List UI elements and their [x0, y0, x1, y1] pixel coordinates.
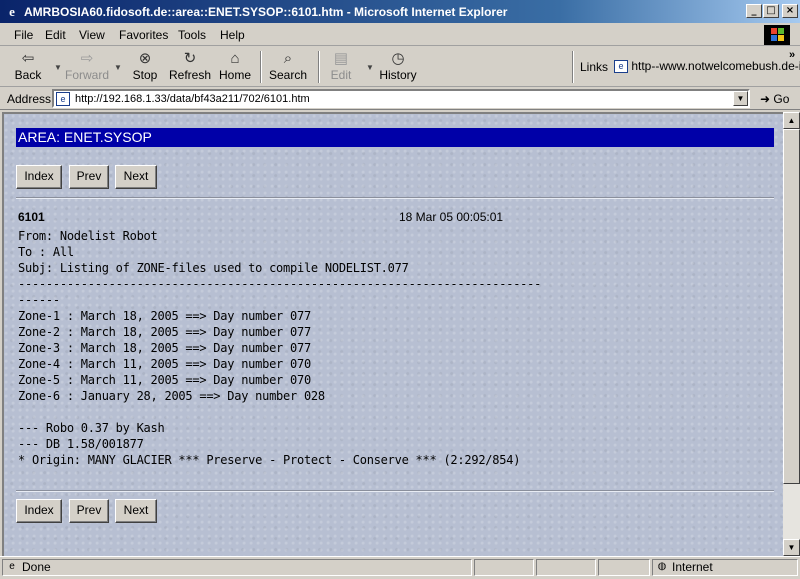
next-button-top[interactable]: Next — [115, 165, 157, 189]
links-label: Links — [580, 60, 609, 74]
go-arrow-icon: ➜ — [760, 92, 771, 106]
message-number: 6101 — [18, 210, 45, 224]
edit-dropdown-icon[interactable]: ▼ — [366, 63, 374, 72]
area-header: AREA: ENET.SYSOP — [16, 128, 774, 147]
refresh-icon: ↻ — [183, 50, 197, 67]
menu-help[interactable]: Help — [220, 28, 245, 42]
go-button[interactable]: ➜ Go — [760, 92, 789, 106]
message-line: Zone-1 : March 18, 2005 ==> Day number 0… — [18, 309, 311, 323]
message-line: --- Robo 0.37 by Kash — [18, 421, 165, 435]
page-done-icon: e — [9, 561, 15, 572]
menu-bar: File Edit View Favorites Tools Help — [0, 24, 800, 46]
toolbar: ⇦ Back ▼ ⇨ Forward ▼ ⊗ Stop ↻ Refresh ⌂ … — [0, 47, 800, 87]
menu-view[interactable]: View — [79, 28, 105, 42]
title-bar: e AMRBOSIA60.fidosoft.de::area::ENET.SYS… — [0, 0, 800, 24]
edit-page-icon: ▤ — [333, 50, 349, 67]
back-dropdown-icon[interactable]: ▼ — [54, 63, 62, 72]
message-line: To : All — [18, 245, 74, 259]
message-line: Zone-3 : March 18, 2005 ==> Day number 0… — [18, 341, 311, 355]
stop-icon: ⊗ — [138, 50, 152, 67]
message-line: Zone-6 : January 28, 2005 ==> Day number… — [18, 389, 325, 403]
message-line: Zone-5 : March 11, 2005 ==> Day number 0… — [18, 373, 311, 387]
vertical-scrollbar[interactable]: ▲ ▼ — [783, 112, 800, 556]
message-line: --- DB 1.58/001877 — [18, 437, 144, 451]
address-label: Address — [7, 92, 52, 106]
status-pane — [474, 559, 534, 576]
message-line: ----------------------------------------… — [18, 277, 542, 291]
prev-button-top[interactable]: Prev — [69, 165, 109, 189]
divider — [16, 490, 774, 492]
message-line: Subj: Listing of ZONE-files used to comp… — [18, 261, 409, 275]
page-content: AREA: ENET.SYSOP Index Prev Next 6101 18… — [2, 112, 783, 556]
search-icon: ⌕ — [283, 50, 293, 67]
status-pane — [598, 559, 650, 576]
message-line: ------ — [18, 293, 60, 307]
history-button[interactable]: ◷ History — [378, 50, 418, 84]
scroll-up-icon[interactable]: ▲ — [783, 112, 800, 129]
home-button[interactable]: ⌂ Home — [218, 50, 252, 84]
globe-icon: ◍ — [657, 561, 667, 572]
menu-favorites[interactable]: Favorites — [119, 28, 168, 42]
maximize-button[interactable]: □ — [763, 4, 779, 18]
window-title: AMRBOSIA60.fidosoft.de::area::ENET.SYSOP… — [24, 5, 508, 19]
message-line: From: Nodelist Robot — [18, 229, 158, 243]
close-button[interactable]: × — [782, 4, 798, 18]
message-line: Zone-2 : March 18, 2005 ==> Day number 0… — [18, 325, 311, 339]
home-icon: ⌂ — [230, 50, 240, 67]
toolbar-separator — [572, 51, 574, 83]
scroll-thumb[interactable] — [783, 129, 800, 484]
page-icon: e — [56, 92, 70, 106]
status-pane — [536, 559, 596, 576]
index-button-top[interactable]: Index — [16, 165, 62, 189]
address-bar: Address e ▼ ➜ Go — [0, 88, 800, 110]
menu-tools[interactable]: Tools — [178, 28, 206, 42]
toolbar-separator — [260, 51, 262, 83]
links-item[interactable]: e http--www.notwelcomebush.de-i — [614, 59, 800, 74]
refresh-button[interactable]: ↻ Refresh — [168, 50, 212, 84]
edit-button[interactable]: ▤ Edit — [326, 50, 356, 84]
forward-arrow-icon: ⇨ — [80, 50, 94, 67]
stop-button[interactable]: ⊗ Stop — [128, 50, 162, 84]
message-line: Zone-4 : March 11, 2005 ==> Day number 0… — [18, 357, 311, 371]
back-arrow-icon: ⇦ — [21, 50, 35, 67]
scroll-down-icon[interactable]: ▼ — [783, 539, 800, 556]
forward-dropdown-icon[interactable]: ▼ — [114, 63, 122, 72]
index-button-bottom[interactable]: Index — [16, 499, 62, 523]
divider — [16, 197, 774, 199]
menu-file[interactable]: File — [14, 28, 33, 42]
ie-logo-icon: e — [9, 4, 15, 19]
toolbar-separator — [318, 51, 320, 83]
forward-button[interactable]: ⇨ Forward — [64, 50, 110, 84]
page-icon: e — [614, 60, 628, 74]
minimize-button[interactable]: _ — [746, 4, 762, 18]
back-button[interactable]: ⇦ Back — [10, 50, 46, 84]
address-field[interactable]: e ▼ — [52, 89, 750, 108]
message-date: 18 Mar 05 00:05:01 — [399, 210, 504, 224]
address-input[interactable] — [75, 92, 735, 106]
prev-button-bottom[interactable]: Prev — [69, 499, 109, 523]
menu-edit[interactable]: Edit — [45, 28, 66, 42]
status-pane: e Done — [2, 559, 472, 576]
windows-flag-icon — [764, 25, 790, 45]
zone-pane: ◍ Internet — [652, 559, 798, 576]
address-dropdown-icon[interactable]: ▼ — [733, 91, 748, 106]
next-button-bottom[interactable]: Next — [115, 499, 157, 523]
message-line: * Origin: MANY GLACIER *** Preserve - Pr… — [18, 453, 521, 467]
status-bar: e Done ◍ Internet — [0, 556, 800, 579]
history-icon: ◷ — [391, 50, 405, 67]
search-button[interactable]: ⌕ Search — [267, 50, 309, 84]
chevron-right-icon[interactable]: » — [789, 49, 795, 61]
